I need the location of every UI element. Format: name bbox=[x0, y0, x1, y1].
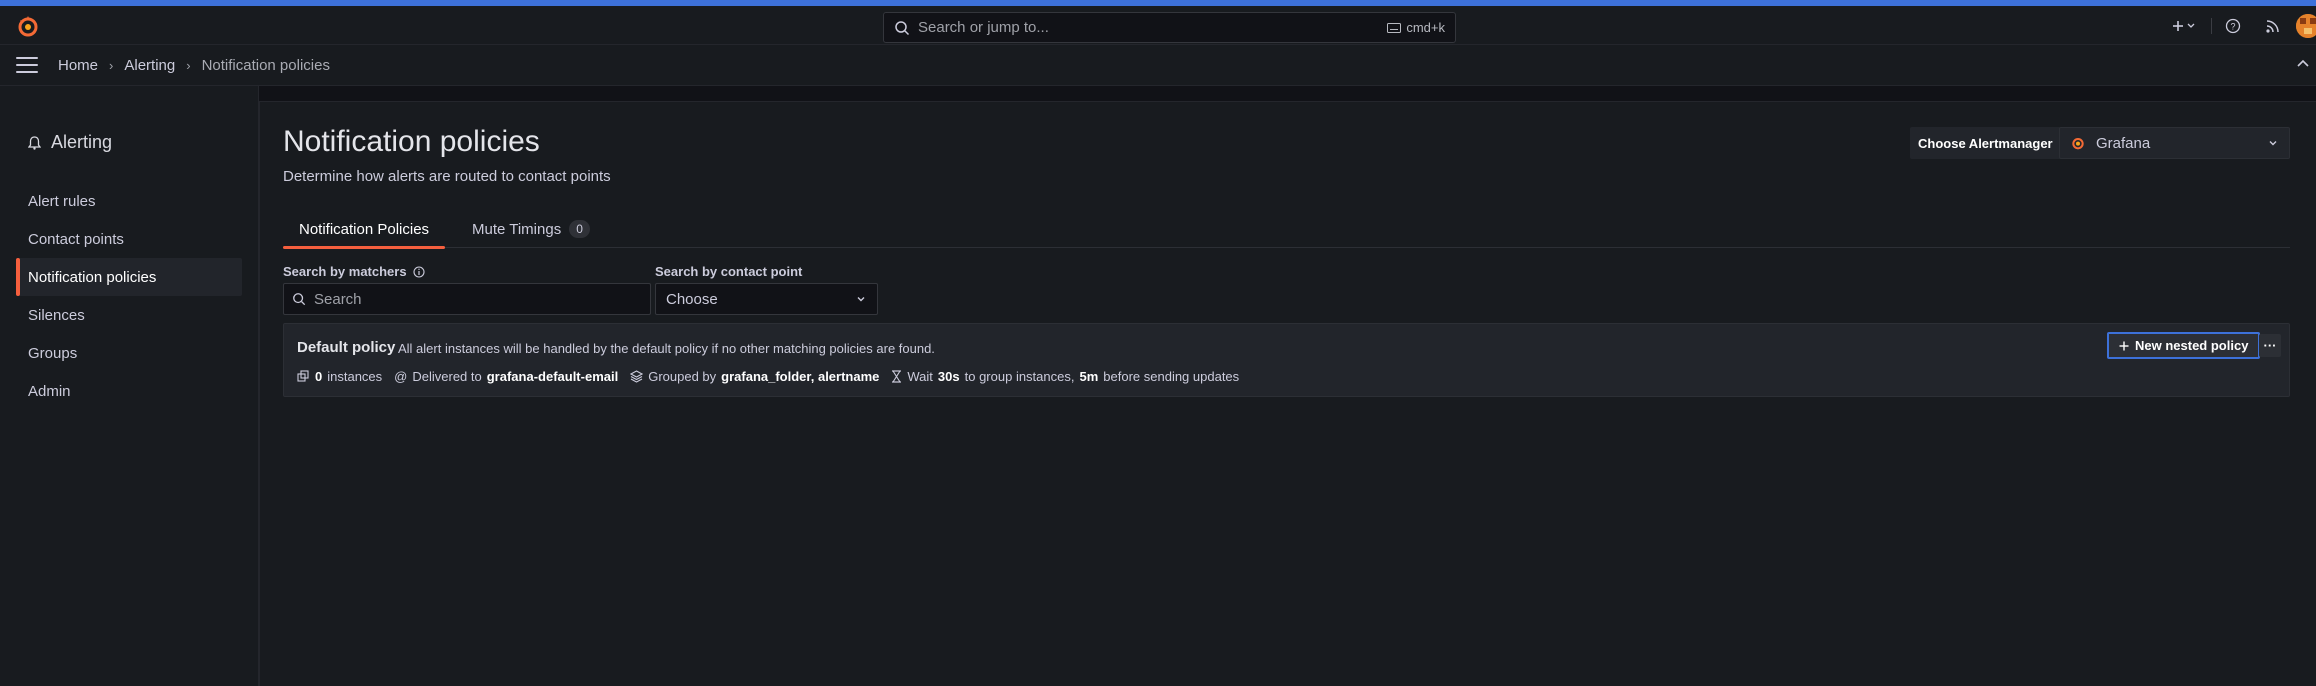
breadcrumb-bar: Home › Alerting › Notification policies bbox=[0, 45, 2316, 86]
matchers-label: Search by matchers bbox=[283, 264, 407, 279]
add-new-button[interactable] bbox=[2165, 11, 2205, 41]
chevron-down-icon bbox=[2269, 141, 2277, 146]
search-icon bbox=[895, 20, 910, 35]
grouped-prefix: Grouped by bbox=[648, 369, 717, 384]
sidebar-item-label: Contact points bbox=[28, 230, 124, 248]
sidebar-item-alert-rules[interactable]: Alert rules bbox=[16, 182, 242, 220]
alertmanager-label: Choose Alertmanager bbox=[1910, 127, 2061, 159]
matchers-search-input[interactable]: Search bbox=[283, 283, 651, 315]
sidebar-item-label: Admin bbox=[28, 382, 71, 400]
sidebar-item-label: Alert rules bbox=[28, 192, 96, 210]
matchers-label-row: Search by matchers bbox=[283, 264, 425, 279]
sidebar-item-label: Groups bbox=[28, 344, 78, 362]
user-avatar[interactable] bbox=[2296, 13, 2316, 38]
stack-icon bbox=[630, 370, 644, 383]
page-subtitle: Determine how alerts are routed to conta… bbox=[283, 168, 611, 185]
search-placeholder: Search or jump to... bbox=[918, 19, 1049, 36]
matchers-placeholder: Search bbox=[314, 290, 362, 308]
search-icon bbox=[293, 293, 306, 306]
menu-toggle-icon[interactable] bbox=[16, 57, 38, 73]
svg-text:?: ? bbox=[2230, 21, 2235, 31]
breadcrumb-home[interactable]: Home bbox=[58, 57, 98, 74]
rss-icon bbox=[2266, 19, 2279, 33]
wait-suffix: before sending updates bbox=[1103, 369, 1240, 384]
policy-description: All alert instances will be handled by t… bbox=[398, 341, 935, 356]
delivered-prefix: Delivered to bbox=[412, 369, 482, 384]
instances-meta[interactable]: 0 instances bbox=[297, 369, 382, 384]
new-nested-policy-label: New nested policy bbox=[2135, 338, 2249, 353]
layers-icon bbox=[297, 370, 309, 382]
contact-point-select[interactable]: Choose bbox=[655, 283, 878, 315]
alertmanager-select[interactable]: Grafana bbox=[2059, 127, 2290, 159]
grouped-by-value: grafana_folder, alertname bbox=[721, 369, 880, 384]
contact-point-link[interactable]: grafana-default-email bbox=[487, 369, 618, 384]
breadcrumb: Home › Alerting › Notification policies bbox=[58, 57, 330, 74]
contact-point-label: Search by contact point bbox=[655, 264, 803, 279]
group-interval-value: 5m bbox=[1079, 369, 1099, 384]
sidebar-item-silences[interactable]: Silences bbox=[16, 296, 242, 334]
instances-suffix: instances bbox=[327, 369, 383, 384]
sidebar-section-title: Alerting bbox=[28, 132, 112, 153]
grafana-logo-icon bbox=[2072, 138, 2084, 150]
keyboard-icon bbox=[1387, 22, 1402, 33]
policy-meta: 0 instances @ Delivered to grafana-defau… bbox=[297, 369, 1251, 384]
at-icon: @ bbox=[394, 369, 408, 384]
sidebar-item-contact-points[interactable]: Contact points bbox=[16, 220, 242, 258]
sidebar-item-label: Silences bbox=[28, 306, 85, 324]
chevron-right-icon: › bbox=[186, 57, 191, 73]
plus-chevron-icon bbox=[2173, 20, 2195, 31]
search-shortcut: cmd+k bbox=[1387, 20, 1445, 35]
wait-prefix: Wait bbox=[907, 369, 933, 384]
timing-meta: Wait 30s to group instances, 5m before s… bbox=[891, 369, 1239, 384]
new-nested-policy-button[interactable]: New nested policy bbox=[2107, 332, 2261, 359]
group-wait-value: 30s bbox=[937, 369, 960, 384]
sidebar-item-notification-policies[interactable]: Notification policies bbox=[16, 258, 242, 296]
chevron-down-icon bbox=[857, 297, 865, 302]
alertmanager-value: Grafana bbox=[2096, 134, 2151, 152]
tab-count-badge: 0 bbox=[569, 220, 590, 238]
delivered-meta: @ Delivered to grafana-default-email bbox=[394, 369, 618, 384]
default-policy-card: Default policy All alert instances will … bbox=[283, 323, 2290, 397]
news-button[interactable] bbox=[2258, 11, 2288, 41]
chevron-up-icon bbox=[2297, 59, 2309, 67]
tabs: Notification Policies Mute Timings 0 bbox=[283, 210, 2290, 249]
collapse-header-button[interactable] bbox=[2296, 57, 2310, 75]
breadcrumb-alerting[interactable]: Alerting bbox=[124, 57, 175, 74]
more-actions-button[interactable]: ··· bbox=[2259, 334, 2281, 357]
tab-label: Notification Policies bbox=[299, 220, 430, 238]
tab-notification-policies[interactable]: Notification Policies bbox=[283, 210, 446, 249]
chevron-right-icon: › bbox=[109, 57, 114, 73]
sidebar-item-label: Notification policies bbox=[28, 268, 157, 286]
top-bar: Search or jump to... cmd+k ? bbox=[0, 6, 2316, 45]
sidebar-title: Alerting bbox=[51, 132, 113, 152]
grafana-logo-icon[interactable] bbox=[16, 14, 40, 38]
policy-name: Default policy bbox=[297, 339, 396, 356]
search-bar[interactable]: Search or jump to... cmd+k bbox=[883, 12, 1456, 43]
grouped-meta: Grouped by grafana_folder, alertname bbox=[630, 369, 879, 384]
help-button[interactable]: ? bbox=[2218, 11, 2248, 41]
shortcut-text: cmd+k bbox=[1406, 20, 1445, 35]
page-title: Notification policies bbox=[283, 125, 540, 158]
hourglass-icon bbox=[892, 370, 902, 383]
contact-point-value: Choose bbox=[666, 290, 718, 308]
help-icon: ? bbox=[2225, 18, 2241, 33]
sidebar-item-admin[interactable]: Admin bbox=[16, 372, 242, 410]
sidebar-item-groups[interactable]: Groups bbox=[16, 334, 242, 372]
top-right-actions: ? bbox=[2165, 6, 2316, 45]
bell-icon bbox=[28, 135, 41, 150]
breadcrumb-current: Notification policies bbox=[201, 56, 330, 74]
ellipsis-icon: ··· bbox=[2263, 338, 2277, 353]
info-icon[interactable] bbox=[413, 265, 425, 278]
sidebar: Alerting Alert rules Contact points Noti… bbox=[0, 86, 259, 686]
instances-count: 0 bbox=[315, 369, 323, 384]
divider bbox=[2211, 17, 2212, 34]
wait-mid: to group instances, bbox=[964, 369, 1075, 384]
plus-icon bbox=[2119, 341, 2129, 350]
tab-label: Mute Timings bbox=[472, 220, 562, 238]
tab-mute-timings[interactable]: Mute Timings 0 bbox=[464, 210, 598, 248]
